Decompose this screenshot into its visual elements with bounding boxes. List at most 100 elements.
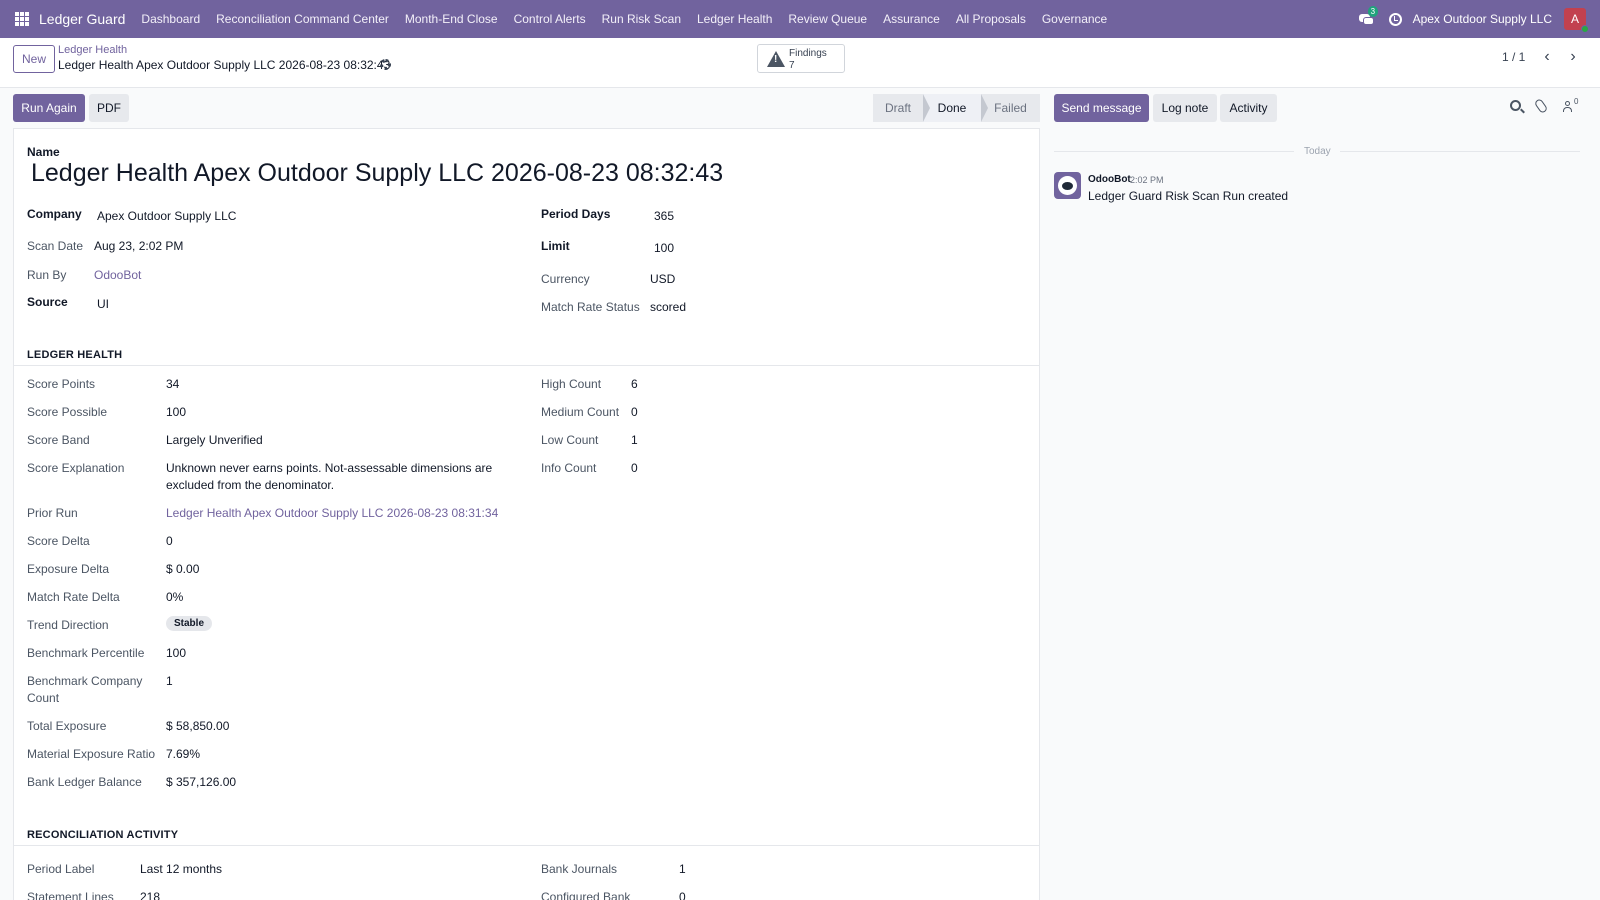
warning-icon bbox=[767, 51, 785, 67]
name-label: Name bbox=[27, 145, 60, 159]
configured-bank-label: Configured Bank bbox=[541, 890, 631, 900]
prior-run-label: Prior Run bbox=[27, 506, 78, 520]
menu-governance[interactable]: Governance bbox=[1034, 12, 1115, 26]
period-days-field[interactable]: 365 bbox=[654, 209, 674, 223]
material-exposure-ratio-value: 7.69% bbox=[166, 747, 201, 761]
high-count-value: 6 bbox=[631, 377, 638, 391]
message-time: 2:02 PM bbox=[1130, 175, 1164, 185]
menu-month-end-close[interactable]: Month-End Close bbox=[397, 12, 506, 26]
low-count-label: Low Count bbox=[541, 433, 599, 447]
stage-draft[interactable]: Draft bbox=[873, 94, 930, 122]
chevron-left-icon[interactable]: ‹ bbox=[1540, 49, 1554, 65]
exposure-delta-label: Exposure Delta bbox=[27, 562, 110, 576]
source-label: Source bbox=[27, 295, 68, 309]
breadcrumb-current: Ledger Health Apex Outdoor Supply LLC 20… bbox=[58, 58, 391, 72]
new-button[interactable]: New bbox=[13, 45, 55, 73]
findings-smart-button[interactable]: Findings 7 bbox=[757, 44, 845, 73]
log-note-button[interactable]: Log note bbox=[1153, 94, 1217, 122]
stage-failed-label: Failed bbox=[994, 101, 1027, 115]
menu-review-queue[interactable]: Review Queue bbox=[780, 12, 875, 26]
prior-run-link[interactable]: Ledger Health Apex Outdoor Supply LLC 20… bbox=[166, 506, 498, 520]
bank-journals-value: 1 bbox=[679, 862, 686, 876]
stage-draft-label: Draft bbox=[884, 101, 911, 115]
message-author[interactable]: OdooBot bbox=[1088, 174, 1131, 185]
stage-failed[interactable]: Failed bbox=[981, 94, 1040, 122]
followers-count: 0 bbox=[1574, 97, 1579, 106]
follower-icon[interactable] bbox=[1563, 101, 1572, 112]
record-name-field[interactable]: Ledger Health Apex Outdoor Supply LLC 20… bbox=[31, 159, 723, 188]
statement-lines-label: Statement Lines bbox=[27, 890, 114, 900]
section-divider bbox=[14, 845, 1039, 846]
breadcrumb-parent-link[interactable]: Ledger Health bbox=[58, 44, 127, 56]
currency-label: Currency bbox=[541, 272, 590, 286]
medium-count-value: 0 bbox=[631, 405, 638, 419]
scan-date-label: Scan Date bbox=[27, 239, 84, 253]
bank-journals-label: Bank Journals bbox=[541, 862, 618, 876]
run-again-button[interactable]: Run Again bbox=[13, 94, 85, 122]
reconciliation-section-title: RECONCILIATION ACTIVITY bbox=[27, 829, 179, 841]
stage-done-label: Done bbox=[937, 101, 967, 115]
top-navbar: Ledger Guard Dashboard Reconciliation Co… bbox=[0, 0, 1600, 38]
pager-value[interactable]: 1 / 1 bbox=[1502, 50, 1525, 64]
stage-separator bbox=[981, 94, 988, 122]
score-band-value: Largely Unverified bbox=[166, 433, 263, 447]
match-rate-delta-value: 0% bbox=[166, 590, 184, 604]
total-exposure-label: Total Exposure bbox=[27, 719, 107, 733]
bank-ledger-balance-label: Bank Ledger Balance bbox=[27, 775, 142, 789]
menu-dashboard[interactable]: Dashboard bbox=[133, 12, 208, 26]
run-by-label: Run By bbox=[27, 268, 67, 282]
total-exposure-value: $ 58,850.00 bbox=[166, 719, 230, 733]
menu-all-proposals[interactable]: All Proposals bbox=[948, 12, 1034, 26]
company-field[interactable]: Apex Outdoor Supply LLC bbox=[97, 209, 236, 223]
app-brand[interactable]: Ledger Guard bbox=[39, 11, 125, 27]
menu-control-alerts[interactable]: Control Alerts bbox=[506, 12, 594, 26]
messages-count-badge: 3 bbox=[1367, 6, 1379, 17]
menu-reconciliation-command-center[interactable]: Reconciliation Command Center bbox=[208, 12, 397, 26]
gear-icon[interactable] bbox=[380, 59, 391, 70]
date-divider-right bbox=[1340, 151, 1580, 152]
menu-run-risk-scan[interactable]: Run Risk Scan bbox=[594, 12, 689, 26]
menu-ledger-health[interactable]: Ledger Health bbox=[689, 12, 780, 26]
pdf-button[interactable]: PDF bbox=[89, 94, 129, 122]
chevron-right-icon[interactable]: › bbox=[1566, 49, 1580, 65]
scan-date-value: Aug 23, 2:02 PM bbox=[94, 239, 184, 253]
limit-field[interactable]: 100 bbox=[654, 241, 674, 255]
section-divider bbox=[14, 365, 1039, 366]
currency-value: USD bbox=[650, 272, 676, 286]
low-count-value: 1 bbox=[631, 433, 638, 447]
period-days-label: Period Days bbox=[541, 207, 611, 221]
score-possible-label: Score Possible bbox=[27, 405, 108, 419]
info-count-label: Info Count bbox=[541, 461, 597, 475]
paperclip-icon[interactable] bbox=[1533, 97, 1549, 115]
date-divider-left bbox=[1054, 151, 1294, 152]
trend-direction-badge: Stable bbox=[166, 616, 213, 631]
score-points-value: 34 bbox=[166, 377, 180, 391]
trend-direction-label: Trend Direction bbox=[27, 618, 109, 632]
score-explanation-line-2: excluded from the denominator. bbox=[166, 478, 335, 492]
findings-count: 7 bbox=[789, 60, 795, 71]
apps-grid-icon[interactable] bbox=[15, 12, 29, 26]
send-message-button[interactable]: Send message bbox=[1054, 94, 1149, 122]
findings-label: Findings bbox=[789, 48, 827, 59]
search-icon[interactable] bbox=[1510, 100, 1521, 111]
stage-done[interactable]: Done bbox=[923, 94, 988, 122]
run-by-link[interactable]: OdooBot bbox=[94, 268, 141, 282]
menu-assurance[interactable]: Assurance bbox=[875, 12, 948, 26]
messaging-icon[interactable]: 3 bbox=[1358, 6, 1379, 26]
match-rate-delta-label: Match Rate Delta bbox=[27, 590, 120, 604]
user-avatar[interactable]: A bbox=[1564, 8, 1589, 33]
activity-clock-icon[interactable] bbox=[1388, 12, 1402, 26]
benchmark-percentile-label: Benchmark Percentile bbox=[27, 646, 145, 660]
score-possible-value: 100 bbox=[166, 405, 187, 419]
form-sheet: Name Ledger Health Apex Outdoor Supply L… bbox=[13, 128, 1040, 900]
company-switcher[interactable]: Apex Outdoor Supply LLC bbox=[1413, 12, 1552, 26]
company-label: Company bbox=[27, 207, 82, 221]
message-body: Ledger Guard Risk Scan Run created bbox=[1088, 189, 1289, 203]
score-explanation-line-1: Unknown never earns points. Not-assessab… bbox=[166, 461, 493, 475]
navbar-systray: 3 Apex Outdoor Supply LLC A bbox=[1358, 0, 1600, 38]
source-field[interactable]: UI bbox=[97, 297, 109, 311]
control-panel: New Ledger Health Ledger Health Apex Out… bbox=[0, 38, 1600, 88]
score-explanation-label: Score Explanation bbox=[27, 461, 125, 475]
activity-button[interactable]: Activity bbox=[1220, 94, 1277, 122]
benchmark-company-count-label-line-1: Benchmark Company bbox=[27, 674, 143, 688]
